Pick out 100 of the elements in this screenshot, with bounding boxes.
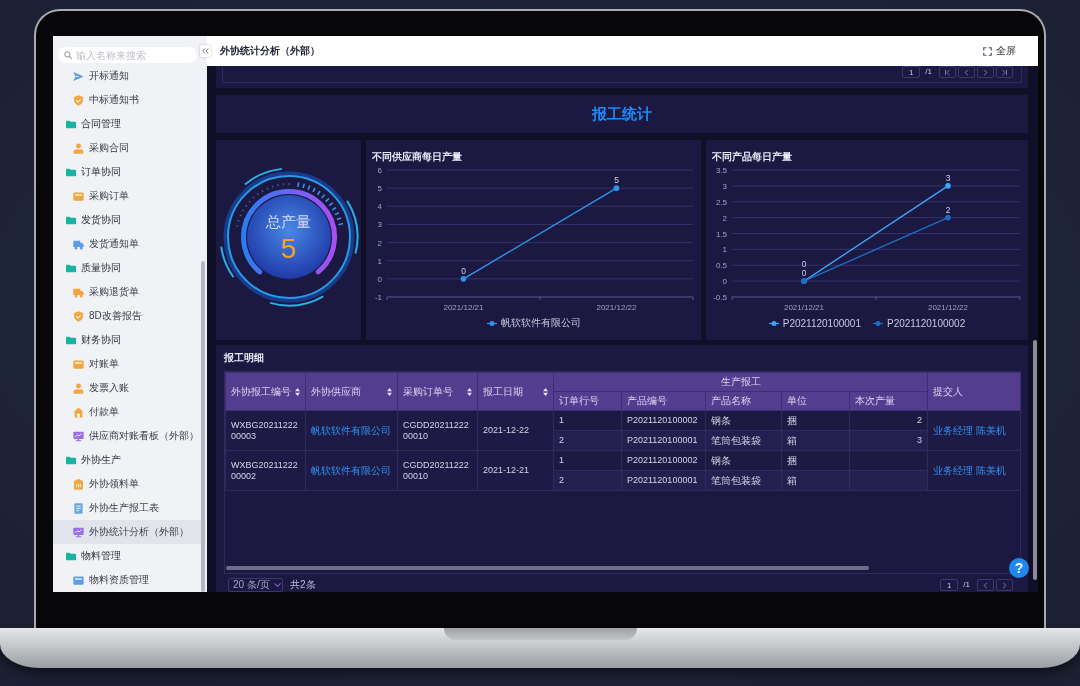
data-point — [945, 183, 951, 189]
y-axis-label: 1.5 — [715, 229, 727, 239]
chevron-left-icon — [983, 581, 988, 589]
column-header[interactable]: 外协供应商 — [305, 372, 398, 411]
sidebar-item[interactable]: 外协领料单 — [53, 472, 201, 496]
folder-icon — [66, 551, 76, 561]
y-axis-label: 3 — [722, 181, 727, 191]
table-cell: 2021-12-22 — [477, 410, 554, 451]
y-axis-label: 1 — [722, 245, 727, 255]
sidebar-group[interactable]: 财务协同 — [53, 328, 201, 352]
legend-label: 帆软软件有限公司 — [500, 316, 581, 330]
sidebar-item[interactable]: 物料资质管理 — [53, 568, 201, 592]
data-label: 0 — [801, 259, 807, 270]
y-axis-label: 3.5 — [715, 166, 727, 175]
page-total: /1 — [925, 66, 932, 78]
y-axis-label: 2 — [377, 238, 382, 248]
sidebar-item[interactable]: 供应商对账看板（外部） — [53, 424, 201, 448]
last-page-button[interactable] — [996, 66, 1013, 78]
x-axis-label: 2021/12/22 — [596, 303, 637, 312]
sidebar-item[interactable]: 付款单 — [53, 400, 201, 424]
legend-marker-icon — [486, 320, 497, 326]
sidebar-item[interactable]: 外协生产报工表 — [53, 496, 201, 520]
sidebar-item[interactable]: 发票入账 — [53, 376, 201, 400]
folder-icon — [66, 119, 76, 129]
double-chevron-left-icon — [202, 48, 209, 54]
data-label: 3 — [945, 172, 951, 183]
x-axis-label: 2021/12/21 — [784, 303, 824, 312]
sidebar-item[interactable]: 采购退货单 — [53, 280, 201, 304]
page-total: /1 — [963, 579, 970, 591]
sidebar-group[interactable]: 质量协同 — [53, 256, 201, 280]
legend-marker-icon — [768, 320, 779, 326]
y-axis-label: 3 — [377, 220, 382, 230]
chart-title: 不同产品每日产量 — [712, 151, 792, 163]
section-title: 报工统计 — [592, 104, 652, 124]
data-point — [945, 214, 951, 221]
fullscreen-button[interactable]: 全屏 — [983, 44, 1016, 58]
column-header[interactable]: 报工日期 — [477, 372, 554, 411]
chart-title: 不同供应商每日产量 — [372, 151, 462, 163]
y-axis-label: -0.5 — [713, 293, 727, 302]
vertical-scrollbar[interactable] — [201, 261, 205, 592]
column-header[interactable]: 采购订单号 — [397, 372, 478, 411]
y-axis-label: 4 — [377, 202, 382, 212]
next-page-button[interactable] — [977, 66, 994, 78]
sidebar-item[interactable]: 发货通知单 — [53, 232, 201, 256]
folder-icon — [66, 455, 76, 465]
page-input[interactable]: 1 — [940, 579, 959, 591]
sidebar-item[interactable]: 采购订单 — [53, 184, 201, 208]
sidebar-group[interactable]: 外协生产 — [53, 448, 201, 472]
vertical-scrollbar[interactable] — [1033, 340, 1037, 580]
page-input[interactable]: 1 — [902, 66, 921, 78]
folder-icon — [66, 263, 76, 273]
column-header[interactable]: 外协报工编号 — [225, 372, 306, 411]
y-axis-label: 2 — [722, 213, 727, 223]
table-cell: 2021-12-21 — [477, 450, 554, 491]
previous-page-button[interactable] — [958, 66, 975, 78]
folder-icon — [66, 215, 76, 225]
search-icon — [64, 51, 72, 59]
data-point — [460, 276, 467, 282]
sidebar-group[interactable]: 订单协同 — [53, 160, 201, 184]
x-axis-label: 2021/12/21 — [443, 303, 484, 312]
sidebar-group[interactable]: 合同管理 — [53, 112, 201, 136]
sidebar-item[interactable]: 中标通知书 — [53, 88, 201, 112]
horizontal-scrollbar[interactable] — [226, 566, 869, 570]
data-label: 0 — [801, 268, 807, 279]
chevron-left-icon — [964, 68, 969, 76]
table-cell: CGDD2021122200010 — [397, 410, 478, 451]
previous-page-button[interactable] — [977, 579, 994, 591]
sidebar-item[interactable]: 8D改善报告 — [53, 304, 201, 328]
chevron-right-icon — [983, 68, 988, 76]
data-label: 0 — [461, 265, 466, 276]
sidebar-group[interactable]: 物料管理 — [53, 544, 201, 568]
sidebar-group[interactable]: 发货协同 — [53, 208, 201, 232]
sidebar-item[interactable]: 外协统计分析（外部） — [53, 520, 201, 544]
y-axis-label: 1 — [377, 256, 382, 266]
table-cell: CGDD2021122200010 — [397, 450, 478, 491]
collapse-button[interactable] — [200, 45, 211, 57]
chevron-down-icon — [273, 583, 281, 587]
total-count: 共2条 — [290, 578, 316, 592]
y-axis-label: 2.5 — [715, 197, 727, 207]
legend-label: P2021120100001 — [782, 317, 861, 329]
table-title: 报工明细 — [224, 351, 264, 365]
sidebar-item[interactable]: 采购合同 — [53, 136, 201, 160]
x-axis-label: 2021/12/22 — [928, 303, 968, 312]
data-label: 2 — [945, 204, 951, 215]
skip-last-icon — [1002, 68, 1007, 76]
next-page-button[interactable] — [996, 579, 1013, 591]
data-label: 5 — [614, 175, 619, 186]
chevron-right-icon — [1002, 581, 1007, 589]
page-size-select[interactable]: 20 条/页 — [228, 578, 283, 592]
table-cell: WXBG2021122200002 — [225, 450, 306, 491]
y-axis-label: 5 — [377, 184, 382, 194]
column-group-header: 生产报工 — [553, 372, 928, 392]
legend-label: P2021120100002 — [887, 317, 966, 329]
first-page-button[interactable] — [939, 66, 956, 78]
search-field[interactable]: 输入名称来搜索 — [58, 47, 197, 63]
sidebar-item[interactable]: 对账单 — [53, 352, 201, 376]
folder-icon — [66, 167, 76, 177]
gauge-label: 总产量 — [266, 213, 311, 231]
sidebar-item[interactable]: 开标通知 — [53, 64, 201, 88]
data-point — [801, 278, 807, 284]
